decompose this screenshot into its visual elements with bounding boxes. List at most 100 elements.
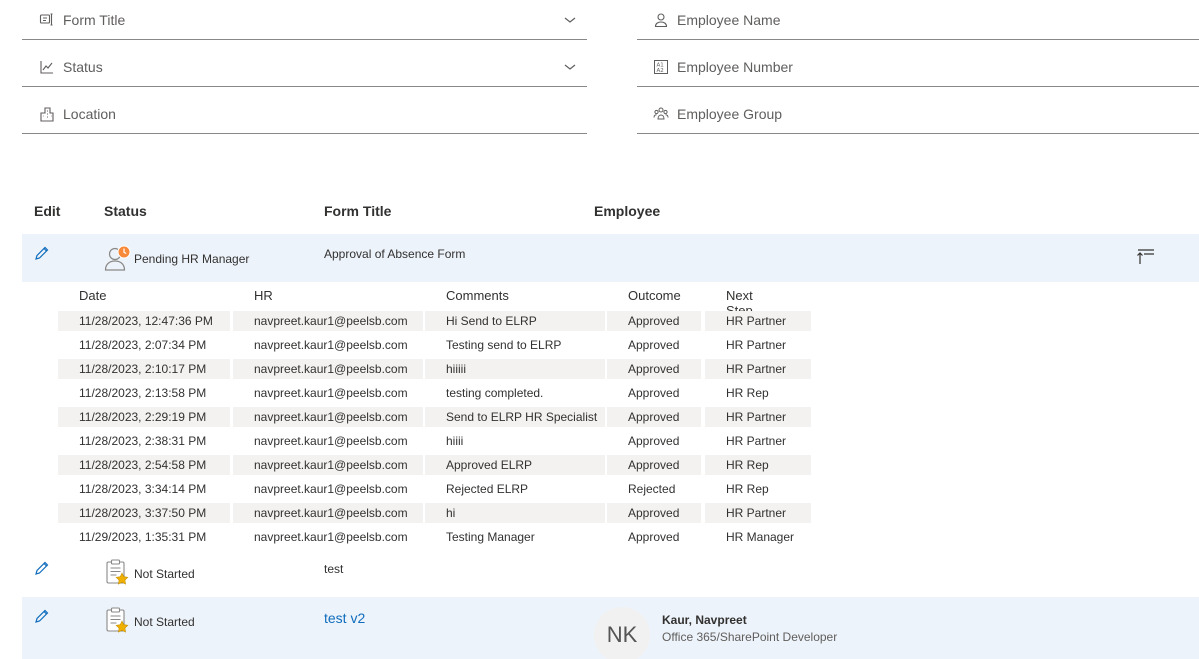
chevron-down-icon[interactable] [563,13,577,27]
building-icon [39,106,55,122]
history-cell-date: 11/28/2023, 3:34:14 PM [79,482,207,496]
history-cell-hr: navpreet.kaur1@peelsb.com [254,338,408,352]
location-filter-label: Location [63,105,116,122]
history-cell-hr: navpreet.kaur1@peelsb.com [233,311,423,331]
history-cell-date: 11/28/2023, 3:37:50 PM [58,503,230,523]
history-cell-next-step: HR Manager [726,530,795,544]
employee-group-filter-label: Employee Group [677,105,783,122]
history-cell-outcome: Approved [607,311,701,331]
chevron-down-icon[interactable] [563,60,577,74]
history-cell-date: 11/28/2023, 2:13:58 PM [79,386,207,400]
history-header-hr: HR [254,288,273,303]
history-cell-date: 11/28/2023, 2:29:19 PM [58,407,230,427]
number-icon: A1 A2 [653,59,669,75]
history-cell-hr: navpreet.kaur1@peelsb.com [233,503,423,523]
history-header-date: Date [79,288,107,303]
people-icon [653,106,669,122]
history-cell-comments: Send to ELRP HR Specialist [425,407,605,427]
pencil-icon[interactable] [34,245,50,261]
employee-number-filter-label: Employee Number [677,58,793,75]
history-header-outcome: Outcome [628,288,681,303]
status-filter[interactable]: Status [22,47,587,87]
history-cell-comments: hiiii [446,434,464,448]
clipboard-star-icon [106,607,129,633]
history-cell-next-step: HR Rep [726,482,769,496]
column-header-form-title[interactable]: Form Title [324,203,391,219]
employee-name-filter-label: Employee Name [677,11,781,28]
form-icon [39,12,55,28]
history-cell-next-step: HR Rep [726,386,769,400]
location-filter[interactable]: Location [22,94,587,134]
svg-text:A2: A2 [657,68,664,74]
collapse-icon[interactable] [1136,248,1156,266]
history-cell-outcome: Approved [628,530,680,544]
history-cell-next-step: HR Partner [705,407,811,427]
column-header-edit[interactable]: Edit [34,203,60,219]
form-title-link[interactable]: test v2 [324,610,365,626]
history-cell-outcome: Approved [628,386,680,400]
history-cell-date: 11/28/2023, 2:54:58 PM [58,455,230,475]
history-cell-outcome: Approved [628,434,680,448]
column-header-status[interactable]: Status [104,203,147,219]
status-label: Not Started [134,567,195,581]
employee-title: Office 365/SharePoint Developer [662,630,838,644]
history-cell-date: 11/28/2023, 12:47:36 PM [58,311,230,331]
status-label: Pending HR Manager [134,252,250,266]
form-title-filter-label: Form Title [63,11,126,28]
employee-name: Kaur, Navpreet [662,613,747,627]
history-cell-hr: navpreet.kaur1@peelsb.com [254,386,408,400]
history-cell-next-step: HR Partner [705,311,811,331]
list-header: Edit Status Form Title Employee [22,196,1199,226]
status-filter-label: Status [63,58,103,75]
history-cell-comments: testing completed. [446,386,544,400]
history-cell-outcome: Approved [607,503,701,523]
form-title-cell: Approval of Absence Form [324,247,466,261]
history-cell-outcome: Approved [607,359,701,379]
history-cell-hr: navpreet.kaur1@peelsb.com [233,359,423,379]
history-cell-hr: navpreet.kaur1@peelsb.com [254,434,408,448]
list-item[interactable]: Pending HR Manager Approval of Absence F… [22,234,1199,282]
history-cell-comments: Approved ELRP [425,455,605,475]
history-cell-hr: navpreet.kaur1@peelsb.com [233,455,423,475]
history-cell-next-step: HR Partner [726,338,787,352]
history-cell-outcome: Approved [628,338,680,352]
employee-name-filter[interactable]: Employee Name [637,0,1199,40]
pencil-icon[interactable] [34,608,50,624]
form-title-filter[interactable]: Form Title [22,0,587,40]
chart-icon [39,59,55,75]
avatar[interactable]: NK [594,607,650,659]
status-label: Not Started [134,615,195,629]
history-cell-comments: Hi Send to ELRP [425,311,605,331]
history-cell-hr: navpreet.kaur1@peelsb.com [233,407,423,427]
history-cell-date: 11/28/2023, 2:07:34 PM [79,338,207,352]
history-cell-next-step: HR Partner [726,434,787,448]
history-cell-next-step: HR Rep [705,455,811,475]
pending-person-icon [104,245,131,271]
form-list-page: Form Title Status Location Employee Name… [0,0,1199,659]
list-item[interactable]: Not Started test v2 NK Kaur, Navpreet Of… [22,597,1199,659]
history-cell-comments: Testing send to ELRP [446,338,562,352]
history-cell-outcome: Approved [607,407,701,427]
history-cell-hr: navpreet.kaur1@peelsb.com [254,482,408,496]
history-cell-date: 11/28/2023, 2:10:17 PM [58,359,230,379]
history-cell-next-step: HR Partner [705,359,811,379]
list-item[interactable]: Not Started test [22,549,1199,596]
employee-number-filter[interactable]: A1 A2 Employee Number [637,47,1199,87]
history-cell-comments: hi [425,503,605,523]
clipboard-star-icon [106,559,129,585]
history-cell-next-step: HR Partner [705,503,811,523]
history-header-comments: Comments [446,288,509,303]
history-cell-date: 11/28/2023, 2:38:31 PM [79,434,207,448]
history-cell-hr: navpreet.kaur1@peelsb.com [254,530,408,544]
person-icon [653,12,669,28]
history-cell-date: 11/29/2023, 1:35:31 PM [79,530,207,544]
history-cell-comments: hiiiii [425,359,605,379]
column-header-employee[interactable]: Employee [594,203,660,219]
form-title-cell: test [324,562,344,576]
history-cell-outcome: Approved [607,455,701,475]
history-cell-comments: Rejected ELRP [446,482,529,496]
history-cell-outcome: Rejected [628,482,676,496]
history-cell-comments: Testing Manager [446,530,535,544]
employee-group-filter[interactable]: Employee Group [637,94,1199,134]
pencil-icon[interactable] [34,560,50,576]
